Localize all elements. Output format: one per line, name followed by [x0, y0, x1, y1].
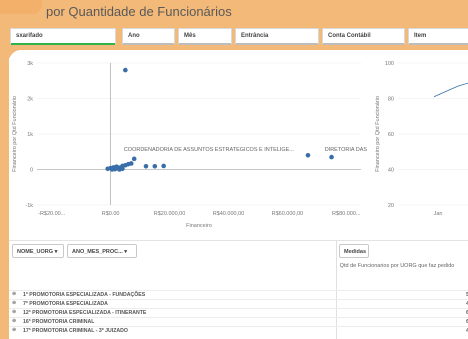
page-title: por Quantidade de Funcionários — [46, 4, 232, 19]
filter-entrancia[interactable]: Entrância — [235, 28, 319, 45]
medidas-button[interactable]: Medidas — [339, 244, 369, 258]
y-tick-label: 1k — [27, 132, 33, 138]
x-tick-label: R$0.00 — [102, 211, 120, 217]
filter-label: sxarifado — [16, 33, 43, 39]
filter-mes[interactable]: Mês — [178, 28, 232, 45]
line-series — [433, 82, 468, 98]
expand-icon[interactable]: ⊕ — [12, 300, 17, 306]
y-tick-label: 20 — [388, 203, 394, 209]
row-value: 4 — [466, 300, 468, 307]
scatter-point — [109, 167, 115, 172]
scatter-point — [329, 154, 334, 160]
filter-selection-bar — [11, 43, 115, 45]
table-row[interactable]: ⊕ 17ª PROMOTORIA CRIMINAL - 3º JUIZADO 4 — [9, 326, 468, 334]
y-tick-label: 80 — [388, 97, 394, 103]
filter-selection-bar — [409, 43, 468, 45]
y-tick-label: 40 — [388, 168, 394, 174]
expand-icon[interactable]: ⊕ — [12, 291, 17, 297]
scatter-chart[interactable]: 3k 2k 1k 0 -1k -R$20.00... R$0.00 R$20.000,00 R$… — [9, 55, 369, 240]
x-tick-label: R$20.000,00 — [154, 211, 186, 217]
y-tick-label: 3k — [27, 61, 33, 67]
annotation-label: DIRETORIA DAS PROMOTORIAS DA CAP... — [325, 147, 369, 153]
scatter-point — [161, 163, 166, 169]
expand-icon[interactable]: ⊕ — [12, 309, 17, 315]
x-tick-label: R$60.000,00 — [272, 211, 304, 217]
row-label: 17ª PROMOTORIA CRIMINAL - 3º JUIZADO — [23, 327, 128, 334]
filter-selection-bar — [236, 43, 318, 45]
filter-bar: sxarifado Ano Mês Entrância Conta Contáb… — [10, 28, 468, 46]
table-row[interactable]: ⊕ 7ª PROMOTORIA ESPECIALIZADA 4 — [9, 299, 468, 307]
expand-icon[interactable]: ⊕ — [12, 327, 17, 333]
filter-selection-bar — [323, 43, 404, 45]
y-axis-label: Financeiro por Qtd Funcionário — [12, 96, 18, 172]
x-tick-label: R$80.000... — [332, 211, 361, 217]
row-value: 6 — [466, 309, 468, 316]
line-chart[interactable]: 100 80 60 40 20 Financeiro por Qtd Funcionári… — [372, 55, 468, 240]
chevron-down-icon: ▾ — [54, 249, 58, 255]
dimension-button-ano-mes[interactable]: ANO_MES_PROC... ▾ — [67, 244, 137, 258]
x-axis-label: Financeiro — [186, 223, 212, 229]
table-row[interactable]: ⊕ 16ª PROMOTORIA CRIMINAL 6 — [9, 317, 468, 325]
filter-selection-bar — [123, 43, 174, 45]
x-tick-label: R$40.000,00 — [213, 211, 245, 217]
x-tick-label: -R$20.00... — [38, 211, 66, 217]
row-label: 16ª PROMOTORIA CRIMINAL — [23, 318, 95, 325]
filter-label: Mês — [184, 33, 196, 39]
filter-item[interactable]: Item — [408, 28, 468, 45]
button-label: ANO_MES_PROC... — [72, 249, 123, 255]
column-header: Qtd de Funcionarios por UORG que faz ped… — [339, 263, 455, 269]
scatter-point — [128, 161, 134, 166]
y-tick-label: -1k — [25, 203, 33, 209]
filter-label: Conta Contábil — [328, 33, 371, 39]
table-row[interactable]: ⊕ 12ª PROMOTORIA ESPECIALIZADA - ITINERAN… — [9, 308, 468, 316]
row-label: 7ª PROMOTORIA ESPECIALIZADA — [23, 300, 108, 307]
scatter-point — [143, 164, 149, 169]
y-tick-label: 100 — [385, 61, 394, 67]
filter-selection-bar — [179, 43, 231, 45]
filter-ano[interactable]: Ano — [122, 28, 175, 45]
filter-conta-contabil[interactable]: Conta Contábil — [322, 28, 405, 45]
scatter-point — [305, 153, 311, 158]
chevron-down-icon: ▾ — [124, 249, 128, 255]
table-row[interactable]: ⊕ 1ª PROMOTORIA ESPECIALIZADA - FUNDAÇÕES… — [9, 290, 468, 298]
scatter-point — [131, 156, 137, 162]
y-tick-label: 60 — [388, 132, 394, 138]
scatter-point — [123, 67, 128, 73]
row-value: 6 — [466, 318, 468, 325]
row-label: 1ª PROMOTORIA ESPECIALIZADA - FUNDAÇÕES — [23, 291, 146, 298]
row-label: 12ª PROMOTORIA ESPECIALIZADA - ITINERANT… — [23, 309, 147, 316]
filter-label: Item — [414, 33, 427, 39]
y-tick-label: 2k — [27, 97, 33, 103]
dimension-button-nome-uorg[interactable]: NOME_UORG ▾ — [12, 244, 64, 258]
row-value: 5 — [466, 291, 468, 298]
expand-icon[interactable]: ⊕ — [12, 318, 17, 324]
filter-label: Ano — [128, 33, 140, 39]
page-background-left — [0, 0, 9, 339]
x-tick-label: Jan — [434, 211, 443, 217]
scatter-point — [117, 167, 122, 172]
annotation-label: COORDENADORIA DE ASSUNTOS ESTRATEGICOS E… — [124, 147, 294, 153]
button-label: NOME_UORG — [17, 249, 54, 255]
corner-decoration — [0, 0, 42, 14]
y-axis-label: Financeiro por Qtd Funcionário — [375, 96, 381, 172]
filter-lotacao[interactable]: sxarifado — [10, 28, 116, 45]
scatter-point — [152, 164, 158, 169]
filter-label: Entrância — [241, 33, 269, 39]
row-value: 4 — [466, 327, 468, 334]
y-tick-label: 0 — [30, 168, 33, 174]
